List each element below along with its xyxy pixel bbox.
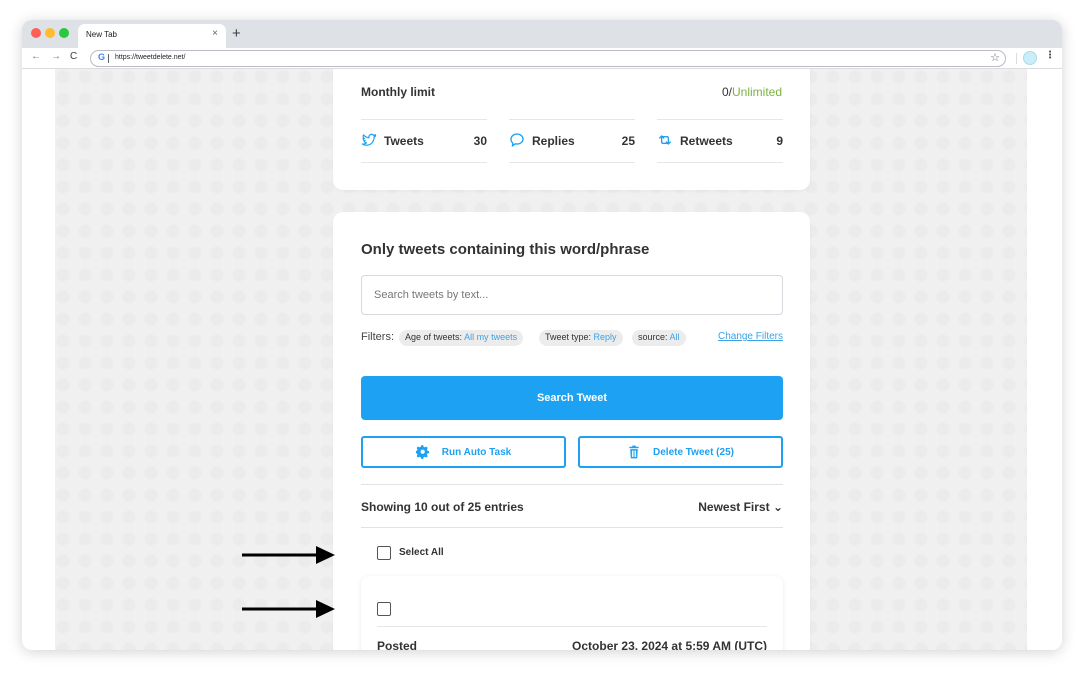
chevron-down-icon: ⌄ xyxy=(772,500,783,514)
stat-count: 9 xyxy=(776,134,783,148)
divider xyxy=(377,626,767,627)
section-title: Only tweets containing this word/phrase xyxy=(361,241,650,258)
search-tweet-button[interactable]: Search Tweet xyxy=(361,376,783,420)
chip-value: Reply xyxy=(593,332,617,342)
change-filters-link[interactable]: Change Filters xyxy=(718,331,783,342)
gear-icon xyxy=(415,445,429,459)
filters-label: Filters: xyxy=(361,331,394,343)
entries-count: Showing 10 out of 25 entries xyxy=(361,500,524,514)
button-label: Run Auto Task xyxy=(441,446,512,458)
filter-chip-type: Tweet type: Reply xyxy=(539,330,623,346)
chip-key: Age of tweets: xyxy=(405,332,463,342)
page-background: Monthly limit 0/Unlimited Tweets 30 Repl… xyxy=(55,69,1027,650)
browser-toolbar: ← → C G https://tweetdelete.net/ ☆ ⋮ xyxy=(22,48,1062,69)
browser-menu-icon[interactable]: ⋮ xyxy=(1045,50,1055,61)
usage-card: Monthly limit 0/Unlimited Tweets 30 Repl… xyxy=(333,69,810,190)
page-viewport: Monthly limit 0/Unlimited Tweets 30 Repl… xyxy=(22,69,1062,650)
bookmark-star-icon[interactable]: ☆ xyxy=(990,51,1000,64)
minimize-window-button[interactable] xyxy=(45,28,55,38)
filter-chip-source: source: All xyxy=(632,330,686,346)
stat-tweets: Tweets 30 xyxy=(361,119,487,163)
tweet-item: Posted October 23, 2024 at 5:59 AM (UTC) xyxy=(361,576,783,650)
sort-dropdown[interactable]: Newest First ⌄ xyxy=(698,500,783,514)
retweet-icon xyxy=(659,135,671,145)
entries-bar: Showing 10 out of 25 entries Newest Firs… xyxy=(361,484,783,528)
back-arrow-icon[interactable]: ← xyxy=(31,51,41,62)
sort-label: Newest First xyxy=(698,500,770,514)
address-separator xyxy=(108,54,109,63)
chip-key: Tweet type: xyxy=(545,332,592,342)
search-card: Only tweets containing this word/phrase … xyxy=(333,212,810,650)
button-label: Delete Tweet (25) xyxy=(653,446,734,458)
close-window-button[interactable] xyxy=(31,28,41,38)
monthly-limit-label: Monthly limit xyxy=(361,85,435,99)
posted-label: Posted xyxy=(377,639,418,650)
button-content: Delete Tweet (25) xyxy=(580,438,781,466)
google-icon: G xyxy=(98,52,106,62)
search-input[interactable] xyxy=(361,275,783,315)
tab-bar: New Tab × + xyxy=(22,20,1062,48)
stat-retweets: Retweets 9 xyxy=(657,119,783,163)
select-all-checkbox[interactable] xyxy=(377,546,391,560)
chip-key: source: xyxy=(638,332,668,342)
monthly-limit-value: 0/Unlimited xyxy=(722,85,782,99)
posted-date: October 23, 2024 at 5:59 AM (UTC) xyxy=(572,639,767,650)
chip-value: All xyxy=(669,332,680,342)
button-content: Run Auto Task xyxy=(363,438,564,466)
twitter-bird-icon xyxy=(361,133,377,146)
new-tab-button[interactable]: + xyxy=(232,25,241,42)
stat-count: 25 xyxy=(621,134,635,148)
chip-value: All my tweets xyxy=(464,332,518,342)
trash-icon xyxy=(629,445,639,459)
stat-label: Replies xyxy=(532,134,575,148)
filters-row: Filters: Age of tweets: All my tweets Tw… xyxy=(361,329,783,347)
maximize-window-button[interactable] xyxy=(59,28,69,38)
forward-arrow-icon[interactable]: → xyxy=(51,51,61,62)
tab-title: New Tab xyxy=(86,30,117,39)
browser-window: New Tab × + ← → C G https://tweetdelete.… xyxy=(22,20,1062,650)
stat-replies: Replies 25 xyxy=(509,119,635,163)
address-bar[interactable]: G https://tweetdelete.net/ ☆ xyxy=(90,50,1006,67)
limit-used: 0/ xyxy=(721,85,732,99)
limit-total: Unlimited xyxy=(731,85,782,99)
tab-close-icon[interactable]: × xyxy=(212,28,218,39)
stat-count: 30 xyxy=(473,134,487,148)
run-auto-task-button[interactable]: Run Auto Task xyxy=(361,436,566,468)
reload-icon[interactable]: C xyxy=(70,51,77,62)
annotation-arrow-icon xyxy=(242,600,335,618)
reply-bubble-icon xyxy=(510,133,524,147)
profile-avatar-icon[interactable] xyxy=(1023,51,1037,65)
select-all-label: Select All xyxy=(399,547,444,558)
annotation-arrow-icon xyxy=(242,546,335,564)
tweet-checkbox[interactable] xyxy=(377,602,391,616)
toolbar-divider xyxy=(1016,53,1017,64)
stat-label: Tweets xyxy=(384,134,424,148)
delete-tweet-button[interactable]: Delete Tweet (25) xyxy=(578,436,783,468)
url-text[interactable]: https://tweetdelete.net/ xyxy=(115,54,185,61)
filter-chip-age: Age of tweets: All my tweets xyxy=(399,330,524,346)
browser-tab[interactable]: New Tab × xyxy=(78,24,226,48)
stat-label: Retweets xyxy=(680,134,733,148)
